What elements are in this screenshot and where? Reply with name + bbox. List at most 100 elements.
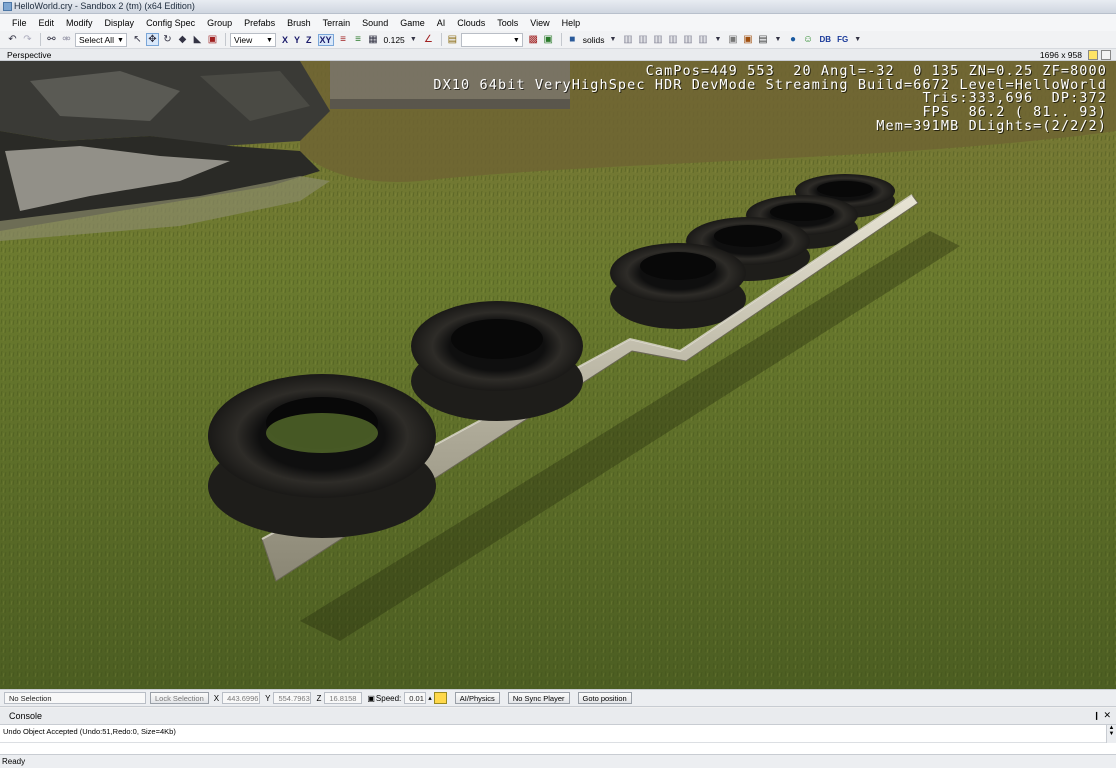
align-object-icon[interactable]: ▥ [667,33,680,46]
object-follow-icon[interactable]: ≡ [352,33,365,46]
menu-view[interactable]: View [524,18,555,28]
flowgraph-button[interactable]: FG [837,35,848,44]
menu-brush[interactable]: Brush [281,18,317,28]
grid-size-value[interactable]: 0.125 [384,35,405,45]
material-icon[interactable]: ▣ [727,33,740,46]
chevron-down-icon[interactable]: ▼ [851,33,864,46]
rotate-icon[interactable]: ↻ [161,33,174,46]
terrain-follow-icon[interactable]: ≡ [337,33,350,46]
console-input[interactable] [0,742,1106,754]
console-scrollbar[interactable]: ▲ ▼ [1106,725,1116,743]
lock-icon[interactable]: ▣ [367,694,375,703]
title-bar: HelloWorld.cry - Sandbox 2 (tm) (x64 Edi… [0,0,1116,14]
axis-y-button[interactable]: Y [294,35,300,45]
align-grid-icon[interactable]: ▥ [637,33,650,46]
render-mode-label[interactable]: solids [583,35,605,45]
menu-game[interactable]: Game [394,18,431,28]
speed-label: Speed: [375,693,402,703]
menu-edit[interactable]: Edit [33,18,61,28]
move-icon[interactable]: ✥ [145,33,159,46]
tire-2 [610,243,746,329]
chevron-down-icon: ▼ [117,36,124,44]
axis-x-button[interactable]: X [282,35,288,45]
align-icon[interactable]: ▥ [622,33,635,46]
toolbar-separator [440,33,442,46]
toolbar-separator [40,33,41,46]
lock-selection-button[interactable]: Lock Selection [150,692,209,704]
goto-selection-icon[interactable]: ▩ [527,33,540,46]
axis-z-button[interactable]: Z [306,35,312,45]
goto-position-button[interactable]: Goto position [577,692,632,704]
chevron-down-icon[interactable]: ▼ [712,33,725,46]
menu-help[interactable]: Help [556,18,587,28]
chevron-down-icon[interactable]: ▼ [607,33,620,46]
layers-icon[interactable]: ▤ [757,33,770,46]
close-icon[interactable]: ✕ [1103,710,1111,721]
character-icon[interactable]: ☺ [802,33,815,46]
display-solids-icon[interactable]: ■ [566,33,579,46]
layer-combo[interactable]: ▼ [460,32,523,47]
no-sync-player-button[interactable]: No Sync Player [507,692,570,704]
ai-physics-button[interactable]: AI/Physics [454,692,500,704]
select-terrain-icon[interactable]: ◣ [191,33,204,46]
menu-display[interactable]: Display [99,18,141,28]
speed-spinner-icon[interactable]: ▴ [428,694,432,702]
x-coordinate-field[interactable]: 443.6996 [222,692,261,704]
redo-icon[interactable]: ↷ [21,33,34,46]
grid-icon[interactable]: ▦ [367,33,380,46]
chevron-down-icon[interactable]: ▼ [772,33,785,46]
menu-sound[interactable]: Sound [356,18,394,28]
z-coordinate-field[interactable]: 16.8158 [324,692,363,704]
globe-icon[interactable]: ● [787,33,800,46]
angle-snap-icon[interactable]: ∠ [422,33,435,46]
y-coordinate-value: 554.7963 [278,693,310,703]
viewport-type-label[interactable]: Perspective [7,50,51,60]
align-normal-icon[interactable]: ▥ [682,33,695,46]
speed-field[interactable]: 0.01 [404,692,427,704]
menu-prefabs[interactable]: Prefabs [238,18,281,28]
z-label: Z [316,693,322,703]
menu-config-spec[interactable]: Config Spec [140,18,201,28]
selection-status-field: No Selection [4,692,146,704]
menu-modify[interactable]: Modify [60,18,99,28]
chevron-down-icon[interactable]: ▼ [407,33,420,46]
perspective-viewport[interactable]: CamPos=449 553 20 Angl=-32 0 135 ZN=0.25… [0,61,1116,689]
align-terrain-icon[interactable]: ▥ [652,33,665,46]
menu-group[interactable]: Group [201,18,238,28]
axis-xy-button[interactable]: XY [317,33,334,46]
menu-tools[interactable]: Tools [491,18,524,28]
snap-icon[interactable]: ▣ [206,33,219,46]
select-arrow-icon[interactable]: ↖ [131,33,144,46]
x-label: X [213,693,220,703]
undo-icon[interactable]: ↶ [6,33,19,46]
pin-icon[interactable]: ❙ [1093,711,1100,720]
console-title: Console [9,711,43,721]
z-coordinate-value: 16.8158 [329,693,357,703]
scale-icon[interactable]: ◆ [176,33,189,46]
viewport-options-icon[interactable] [1088,50,1098,60]
app-icon [3,2,12,11]
unlink-icon[interactable]: ⚮ [60,33,73,46]
mirror-icon[interactable]: ▥ [697,33,710,46]
menu-terrain[interactable]: Terrain [317,18,357,28]
menu-clouds[interactable]: Clouds [451,18,491,28]
layer-icon[interactable]: ▤ [446,33,459,46]
link-icon[interactable]: ⚯ [45,33,58,46]
speed-value: 0.01 [409,693,424,703]
coordinate-system-combo[interactable]: View ▼ [229,32,276,47]
y-coordinate-field[interactable]: 554.7963 [273,692,312,704]
viewport-maximize-icon[interactable] [1101,50,1111,60]
terrain-collision-icon[interactable] [433,692,447,704]
selection-filter-combo[interactable]: Select All ▼ [75,32,127,47]
x-coordinate-value: 443.6996 [227,693,259,703]
camera-icon[interactable]: ▣ [542,33,555,46]
database-button[interactable]: DB [820,35,832,44]
y-label: Y [265,693,271,703]
viewport-header: Perspective 1696 x 958 [0,49,1116,61]
debug-hud: CamPos=449 553 20 Angl=-32 0 135 ZN=0.25… [433,64,1107,134]
texture-icon[interactable]: ▣ [742,33,755,46]
lock-selection-label: Lock Selection [155,693,204,703]
tire-0 [208,374,436,538]
menu-file[interactable]: File [6,18,33,28]
menu-ai[interactable]: AI [431,18,452,28]
